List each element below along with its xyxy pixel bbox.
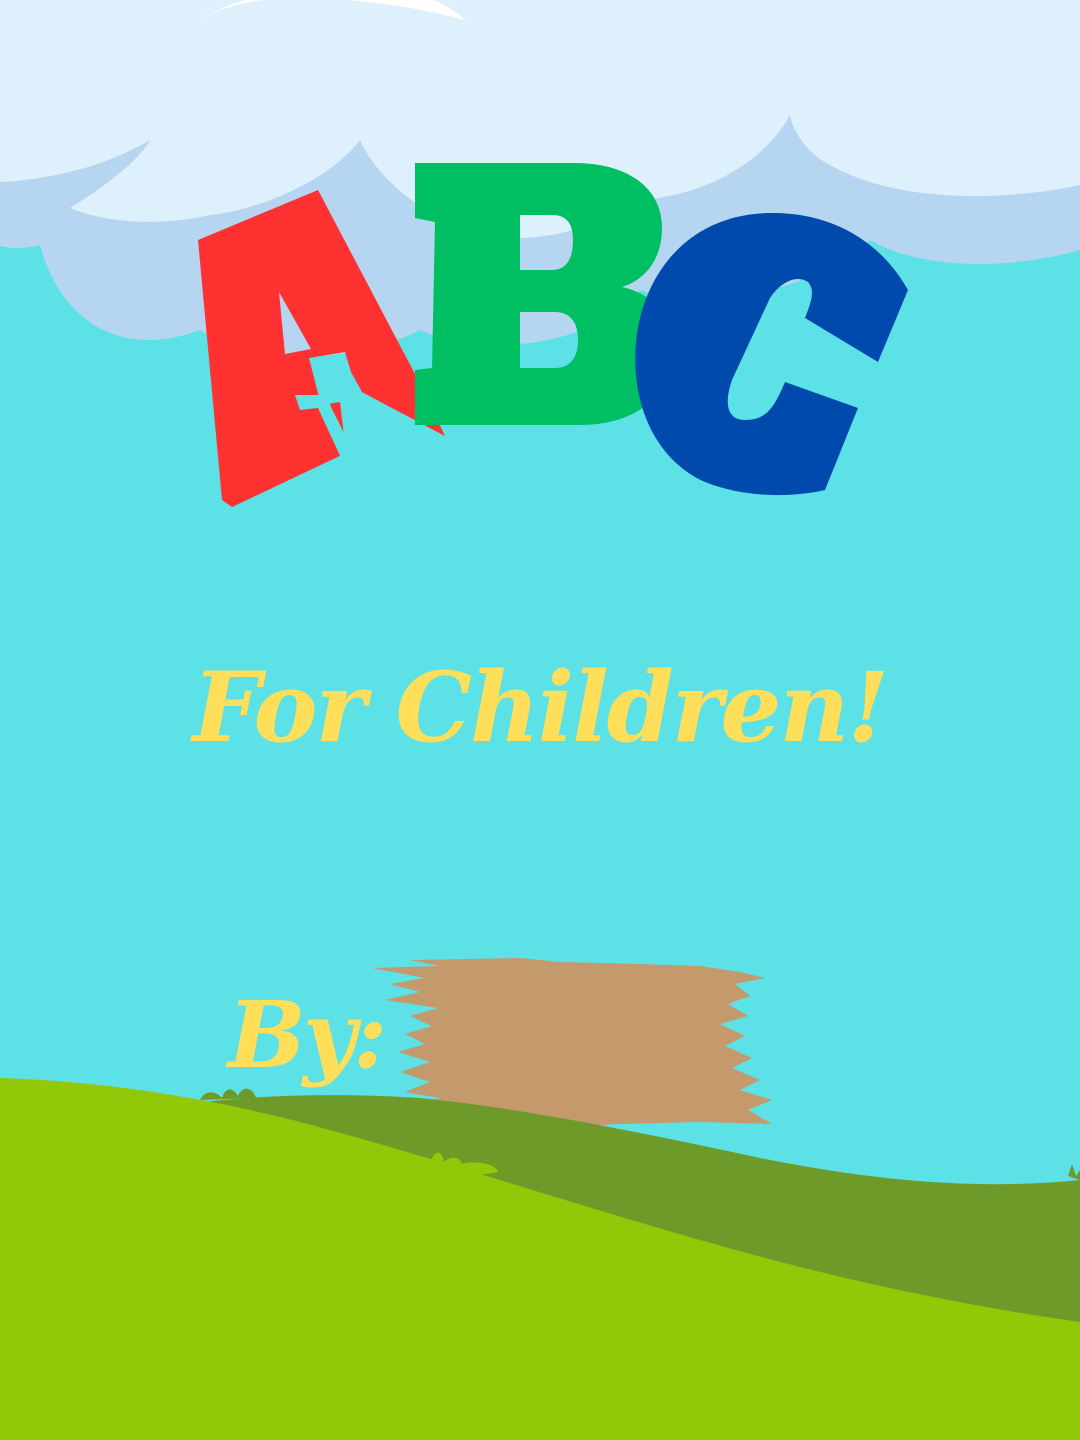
- letter-b-icon: [415, 163, 672, 425]
- byline-label: By:: [228, 981, 387, 1089]
- letter-c-icon: [635, 212, 908, 496]
- cover-subtitle: For Children!: [192, 651, 890, 764]
- book-cover: For Children! By:: [0, 0, 1080, 1440]
